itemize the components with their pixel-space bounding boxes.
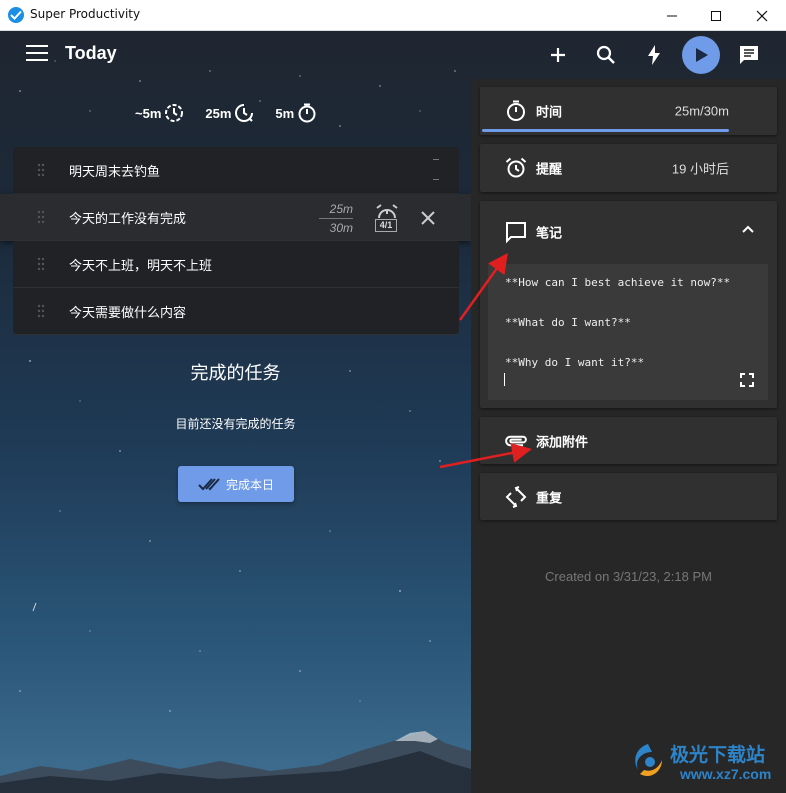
watermark-logo-icon <box>635 744 662 777</box>
task-title[interactable]: 明天周末去钓鱼 <box>69 161 160 180</box>
estimate-value: ~5m <box>135 105 162 121</box>
fullscreen-icon[interactable] <box>740 373 754 387</box>
notes-line: **Why do I want it?** <box>505 356 645 369</box>
comment-icon <box>506 222 526 244</box>
done-tasks-empty-text: 目前还没有完成的任务 <box>175 417 296 431</box>
done-tasks-heading: 完成的任务 <box>190 363 281 384</box>
close-window-button[interactable] <box>740 0 784 31</box>
finish-day-label: 完成本日 <box>225 477 274 492</box>
chevron-up-icon[interactable] <box>740 221 756 237</box>
finish-day-button[interactable]: 完成本日 <box>178 466 294 502</box>
clock-history-icon <box>165 104 184 122</box>
time-estimates-bar: ~5m 25m 5m <box>135 101 318 125</box>
time-value: 25m/30m <box>674 103 729 119</box>
mountains-decoration <box>0 731 471 793</box>
repeat-card[interactable]: 重复 <box>480 473 777 520</box>
task-item[interactable]: 今天需要做什么内容 <box>13 288 459 335</box>
timer-icon <box>298 103 316 123</box>
close-icon[interactable] <box>419 209 437 227</box>
estimate-remaining: ~5m <box>135 101 185 125</box>
time-card[interactable]: 时间 25m/30m <box>480 87 777 135</box>
alarm-clock-icon <box>505 157 527 178</box>
lightning-icon[interactable] <box>642 43 666 67</box>
task-title[interactable]: 今天不上班，明天不上班 <box>69 255 212 274</box>
task-item[interactable]: 今天不上班，明天不上班 <box>13 241 459 288</box>
notes-panel-button[interactable] <box>737 43 761 67</box>
timer-icon <box>507 100 525 121</box>
attachment-label: 添加附件 <box>536 434 589 449</box>
estimate-spent: 25m <box>205 101 255 125</box>
time-spent: 25m <box>329 202 353 216</box>
task-list: 明天周末去钓鱼 今天的工作没有完成 25m 30m 4/1 今天不上班，明天不上… <box>0 147 472 335</box>
minimize-button[interactable] <box>650 0 694 31</box>
stars-decoration <box>19 60 456 712</box>
window-title: Super Productivity <box>30 7 141 21</box>
estimate-value: 25m <box>205 105 232 121</box>
menu-button[interactable] <box>26 45 48 65</box>
window-titlebar: Super Productivity <box>0 0 786 31</box>
task-title[interactable]: 今天需要做什么内容 <box>69 302 186 321</box>
drag-handle-icon[interactable] <box>37 210 45 224</box>
app-area: Today ~5m 25m 5m 明天周末去钓鱼 今天的工作没有完成 25m 3… <box>0 31 786 793</box>
time-progress-bar <box>482 129 729 132</box>
watermark-title: 极光下载站 <box>670 744 766 766</box>
time-estimate: 30m <box>329 221 353 235</box>
repeat-icon <box>505 485 527 508</box>
task-item-selected[interactable]: 今天的工作没有完成 25m 30m 4/1 <box>0 194 472 241</box>
notes-editor[interactable]: **How can I best achieve it now?** **Wha… <box>488 264 768 400</box>
search-button[interactable] <box>594 43 618 67</box>
notes-line: **How can I best achieve it now?** <box>505 276 731 289</box>
estimate-value: 5m <box>275 105 295 121</box>
repeat-label: 重复 <box>536 490 563 505</box>
task-title[interactable]: 今天的工作没有完成 <box>69 208 186 227</box>
clock-progress-icon <box>235 104 254 122</box>
double-check-icon <box>198 478 220 491</box>
reminder-count: 4/1 <box>375 219 397 232</box>
attachment-card[interactable]: 添加附件 <box>480 417 777 464</box>
reminder-indicator[interactable]: 4/1 <box>375 204 399 232</box>
text-caret <box>504 373 505 386</box>
watermark-url: www.xz7.com <box>680 766 772 782</box>
drag-handle-icon[interactable] <box>37 304 45 318</box>
maximize-button[interactable] <box>694 0 738 31</box>
reminder-label: 提醒 <box>536 161 563 177</box>
divider <box>433 179 439 180</box>
top-toolbar: Today <box>0 31 786 79</box>
divider <box>433 159 439 160</box>
task-detail-panel: 时间 25m/30m 提醒 19 小时后 笔记 **How can I best… <box>471 79 786 793</box>
reminder-card[interactable]: 提醒 19 小时后 <box>480 144 777 192</box>
reminder-value: 19 小时后 <box>671 161 729 177</box>
attachment-icon <box>505 435 527 446</box>
notes-line: **What do I want?** <box>505 316 631 329</box>
drag-handle-icon[interactable] <box>37 163 45 177</box>
app-logo-icon <box>8 7 24 23</box>
time-label: 时间 <box>536 104 563 120</box>
task-time-display[interactable]: 25m 30m <box>313 200 353 237</box>
notes-label: 笔记 <box>536 225 563 241</box>
task-item[interactable]: 明天周末去钓鱼 <box>13 147 459 194</box>
drag-handle-icon[interactable] <box>37 257 45 271</box>
notes-card: 笔记 **How can I best achieve it now?** **… <box>480 201 777 408</box>
notes-header[interactable]: 笔记 <box>480 201 777 263</box>
created-timestamp: Created on 3/31/23, 2:18 PM <box>545 569 712 584</box>
add-task-button[interactable] <box>546 43 570 67</box>
play-tracking-button[interactable] <box>682 36 720 74</box>
page-title: Today <box>65 43 117 63</box>
estimate-break: 5m <box>275 101 318 125</box>
site-watermark: 极光下载站 www.xz7.com <box>628 738 786 793</box>
